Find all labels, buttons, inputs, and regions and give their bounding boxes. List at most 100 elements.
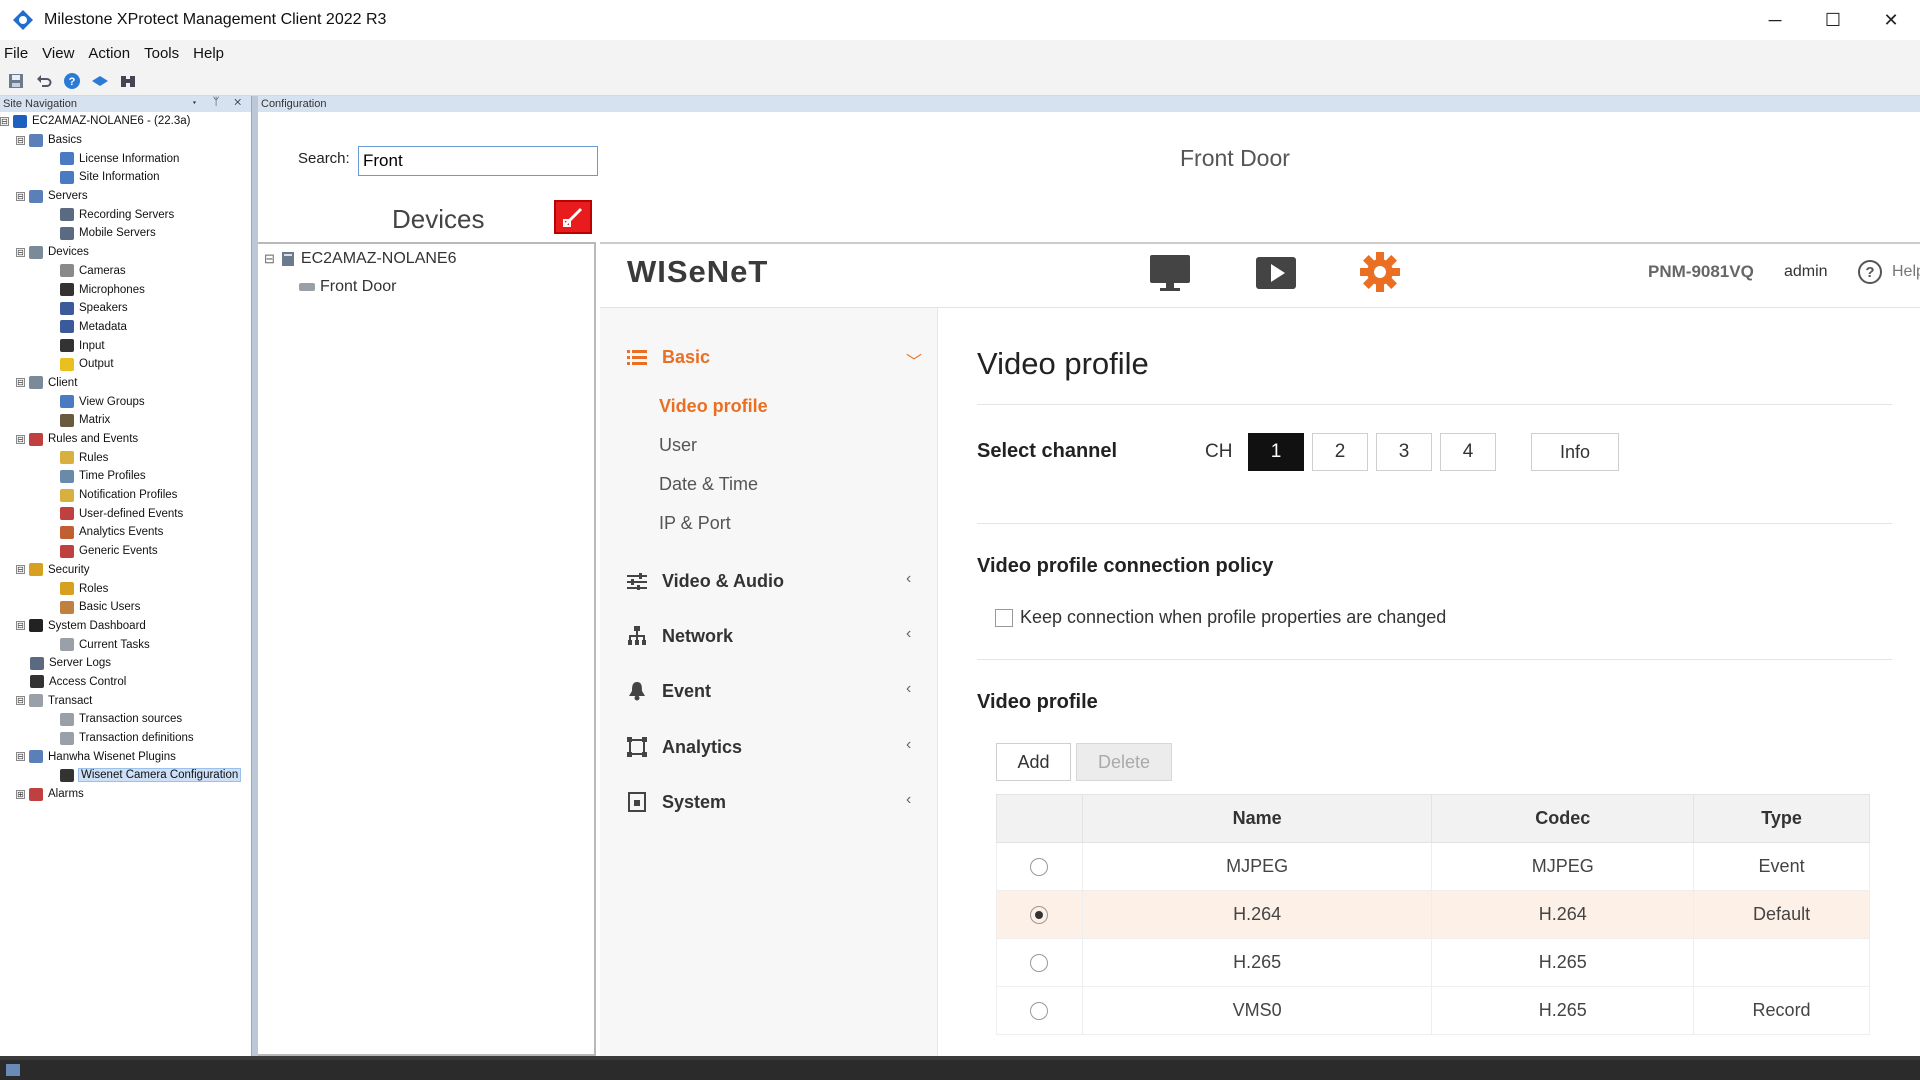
tree-expander-icon[interactable]: ⊟ bbox=[16, 621, 25, 631]
site-nav-tree-item[interactable]: Access Control bbox=[0, 673, 251, 692]
tree-expander-icon[interactable]: ⊟ bbox=[16, 565, 25, 575]
menu-action[interactable]: Action bbox=[88, 45, 130, 62]
site-nav-tree-item[interactable]: ⊟ Rules and Events bbox=[0, 430, 251, 449]
site-nav-tree-item[interactable]: Basic Users bbox=[0, 598, 251, 617]
chevron-left-icon[interactable]: ‹ bbox=[906, 625, 911, 643]
site-nav-tree-item[interactable]: View Groups bbox=[0, 392, 251, 411]
site-nav-tree-item[interactable]: ⊟ Servers bbox=[0, 187, 251, 206]
profile-radio[interactable] bbox=[1030, 954, 1049, 973]
help-icon[interactable]: ? bbox=[62, 71, 82, 91]
minimize-button[interactable]: ─ bbox=[1746, 0, 1804, 40]
chevron-left-icon[interactable]: ‹ bbox=[906, 570, 911, 588]
channel-3-button[interactable]: 3 bbox=[1376, 433, 1432, 471]
menu-help[interactable]: Help bbox=[193, 45, 224, 62]
site-nav-tree-item[interactable]: Input bbox=[0, 336, 251, 355]
binoculars-icon[interactable] bbox=[118, 71, 138, 91]
site-nav-tree-item[interactable]: ⊞ Alarms bbox=[0, 785, 251, 804]
connect-icon[interactable] bbox=[90, 71, 110, 91]
table-row[interactable]: H.265 H.265 bbox=[996, 938, 1870, 987]
menu-file[interactable]: File bbox=[4, 45, 28, 62]
site-nav-tree-item[interactable]: Notification Profiles bbox=[0, 486, 251, 505]
site-nav-tree-item[interactable]: ⊟ Security bbox=[0, 561, 251, 580]
table-row[interactable]: VMS0 H.265 Record bbox=[996, 986, 1870, 1035]
clear-filter-button[interactable] bbox=[554, 200, 592, 234]
panel-controls[interactable]: ▾ ᛘ ✕ bbox=[191, 96, 247, 108]
undo-icon[interactable] bbox=[34, 71, 54, 91]
site-nav-tree-item[interactable]: Transaction sources bbox=[0, 710, 251, 729]
site-nav-tree-item[interactable]: Site Information bbox=[0, 168, 251, 187]
channel-4-button[interactable]: 4 bbox=[1440, 433, 1496, 471]
user-menu[interactable]: admin bbox=[1784, 263, 1828, 281]
site-nav-tree-item[interactable]: Cameras bbox=[0, 262, 251, 281]
submenu-video-profile[interactable]: Video profile bbox=[659, 396, 768, 417]
channel-1-button[interactable]: 1 bbox=[1248, 433, 1304, 471]
tree-expander-icon[interactable]: ⊟ bbox=[16, 434, 25, 444]
add-button[interactable]: Add bbox=[996, 743, 1071, 781]
profile-radio[interactable] bbox=[1030, 906, 1049, 925]
table-row[interactable]: MJPEG MJPEG Event bbox=[996, 842, 1870, 891]
site-nav-tree-item[interactable]: ⊟ Client bbox=[0, 374, 251, 393]
menu-system[interactable]: System bbox=[626, 791, 726, 813]
site-nav-tree-item[interactable]: Generic Events bbox=[0, 542, 251, 561]
save-icon[interactable] bbox=[6, 71, 26, 91]
site-nav-tree-item[interactable]: User-defined Events bbox=[0, 504, 251, 523]
site-nav-tree-item[interactable]: ⊟ EC2AMAZ-NOLANE6 - (22.3a) bbox=[0, 112, 251, 131]
site-nav-tree-item[interactable]: Output bbox=[0, 355, 251, 374]
tree-expander-icon[interactable]: ⊟ bbox=[0, 116, 9, 126]
submenu-ip-port[interactable]: IP & Port bbox=[659, 513, 731, 534]
keep-connection-checkbox[interactable] bbox=[995, 609, 1013, 627]
chevron-left-icon[interactable]: ‹ bbox=[906, 680, 911, 698]
channel-2-button[interactable]: 2 bbox=[1312, 433, 1368, 471]
row-radio-cell[interactable] bbox=[996, 890, 1083, 939]
submenu-user[interactable]: User bbox=[659, 435, 697, 456]
site-nav-tree-item[interactable]: Time Profiles bbox=[0, 467, 251, 486]
profile-radio[interactable] bbox=[1030, 1002, 1049, 1021]
delete-button[interactable]: Delete bbox=[1076, 743, 1172, 781]
site-nav-tree-item[interactable]: Roles bbox=[0, 579, 251, 598]
menu-view[interactable]: View bbox=[42, 45, 74, 62]
help-link[interactable]: Help bbox=[1892, 263, 1920, 281]
tree-expander-icon[interactable]: ⊞ bbox=[16, 789, 25, 799]
search-input[interactable] bbox=[358, 146, 598, 176]
site-nav-tree-item[interactable]: Matrix bbox=[0, 411, 251, 430]
site-nav-tree-item[interactable]: Rules bbox=[0, 448, 251, 467]
table-row[interactable]: H.264 H.264 Default bbox=[996, 890, 1870, 939]
site-nav-tree-item[interactable]: ⊟ Devices bbox=[0, 243, 251, 262]
site-nav-tree-item[interactable]: ⊟ Hanwha Wisenet Plugins bbox=[0, 747, 251, 766]
tree-expander-icon[interactable]: ⊟ bbox=[16, 247, 25, 257]
site-nav-tree-item[interactable]: Speakers bbox=[0, 299, 251, 318]
info-button[interactable]: Info bbox=[1531, 433, 1619, 471]
tree-expander-icon[interactable]: ⊟ bbox=[16, 378, 25, 388]
tree-expander[interactable]: ⊟ bbox=[264, 251, 275, 267]
submenu-date-time[interactable]: Date & Time bbox=[659, 474, 758, 495]
device-tree-item-front-door[interactable]: Front Door bbox=[298, 278, 396, 296]
play-icon[interactable] bbox=[1254, 255, 1298, 291]
site-nav-tree-item[interactable]: Transaction definitions bbox=[0, 729, 251, 748]
site-nav-tree-item[interactable]: Server Logs bbox=[0, 654, 251, 673]
menu-basic[interactable]: Basic bbox=[626, 346, 710, 368]
maximize-button[interactable]: ☐ bbox=[1804, 0, 1862, 40]
row-radio-cell[interactable] bbox=[996, 842, 1083, 891]
chevron-left-icon[interactable]: ‹ bbox=[906, 736, 911, 754]
site-nav-tree-item[interactable]: ⊟ System Dashboard bbox=[0, 617, 251, 636]
site-nav-tree-item[interactable]: ⊟ Transact bbox=[0, 691, 251, 710]
menu-video-audio[interactable]: Video & Audio bbox=[626, 570, 784, 592]
tree-expander-icon[interactable]: ⊟ bbox=[16, 191, 25, 201]
site-nav-tree-item[interactable]: Current Tasks bbox=[0, 635, 251, 654]
chevron-down-icon[interactable]: ﹀ bbox=[906, 348, 922, 372]
settings-gear-icon[interactable] bbox=[1358, 250, 1402, 294]
site-nav-tree-item[interactable]: Wisenet Camera Configuration bbox=[0, 766, 251, 785]
help-icon[interactable]: ? bbox=[1858, 260, 1882, 284]
monitor-icon[interactable] bbox=[1148, 253, 1192, 293]
tree-expander-icon[interactable]: ⊟ bbox=[16, 752, 25, 762]
site-nav-tree-item[interactable]: Analytics Events bbox=[0, 523, 251, 542]
tree-expander-icon[interactable]: ⊟ bbox=[16, 696, 25, 706]
keep-connection-label[interactable]: Keep connection when profile properties … bbox=[1020, 607, 1446, 628]
profile-radio[interactable] bbox=[1030, 858, 1049, 877]
site-nav-tree-item[interactable]: Microphones bbox=[0, 280, 251, 299]
close-button[interactable]: ✕ bbox=[1862, 0, 1920, 40]
row-radio-cell[interactable] bbox=[996, 938, 1083, 987]
menu-network[interactable]: Network bbox=[626, 625, 733, 647]
tree-expander-icon[interactable]: ⊟ bbox=[16, 135, 25, 145]
taskbar-app-icon[interactable] bbox=[4, 1061, 24, 1079]
